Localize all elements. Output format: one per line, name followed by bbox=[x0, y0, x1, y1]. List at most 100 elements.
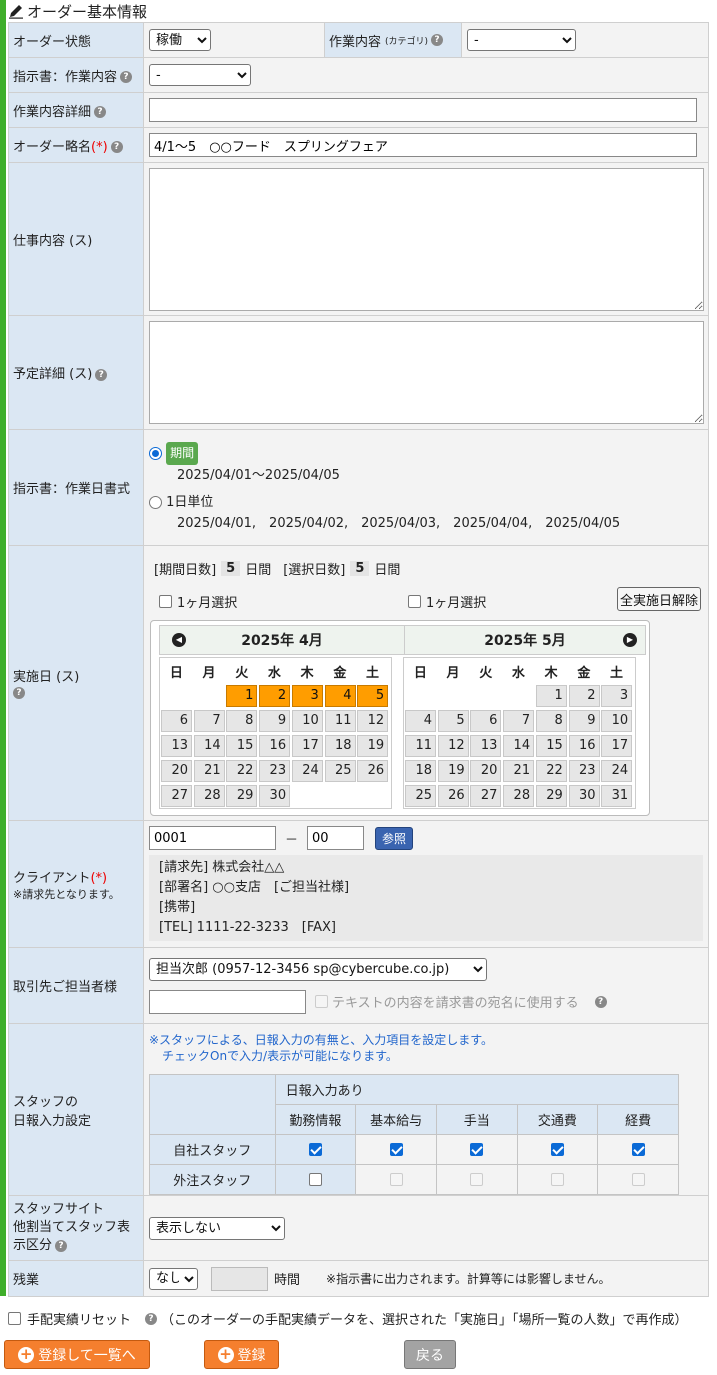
may-day-cell[interactable]: 8 bbox=[535, 710, 567, 732]
may-day-cell[interactable]: 30 bbox=[568, 785, 600, 807]
april-day-cell[interactable]: 24 bbox=[291, 760, 323, 782]
april-day-cell[interactable]: 20 bbox=[161, 760, 192, 782]
daily-radio[interactable] bbox=[149, 495, 162, 509]
outsourced-staff-allowance-checkbox[interactable] bbox=[550, 1173, 564, 1186]
help-icon[interactable]: ? bbox=[55, 1239, 68, 1252]
back-button[interactable]: 戻る bbox=[404, 1340, 456, 1369]
help-icon[interactable]: ? bbox=[13, 686, 25, 699]
work-detail-input[interactable] bbox=[149, 98, 697, 122]
may-day-cell[interactable]: 23 bbox=[568, 760, 600, 782]
april-day-cell[interactable]: 6 bbox=[161, 710, 192, 732]
client-subcode-input[interactable] bbox=[307, 826, 365, 850]
april-day-cell[interactable]: 3 bbox=[291, 685, 323, 707]
april-day-cell[interactable]: 10 bbox=[291, 710, 323, 732]
may-day-cell[interactable]: 9 bbox=[568, 710, 600, 732]
register-button[interactable]: + 登録 bbox=[204, 1340, 279, 1369]
april-day-cell[interactable]: 9 bbox=[259, 710, 291, 732]
may-day-cell[interactable]: 1 bbox=[535, 685, 567, 707]
may-day-cell[interactable]: 22 bbox=[535, 760, 567, 782]
april-day-cell[interactable]: 21 bbox=[193, 760, 225, 782]
may-day-cell[interactable]: 12 bbox=[437, 735, 469, 757]
april-day-cell[interactable]: 12 bbox=[357, 710, 389, 732]
staff-site-select[interactable]: 表示しない bbox=[149, 1216, 285, 1240]
help-icon[interactable]: ? bbox=[594, 995, 607, 1008]
may-day-cell[interactable]: 3 bbox=[601, 685, 633, 707]
may-day-cell[interactable]: 27 bbox=[470, 785, 502, 807]
help-icon[interactable]: ? bbox=[431, 34, 444, 46]
may-day-cell[interactable]: 19 bbox=[437, 760, 469, 782]
may-day-cell[interactable]: 10 bbox=[601, 710, 633, 732]
own-staff-report-checkbox[interactable] bbox=[308, 1143, 322, 1156]
contact-select[interactable]: 担当次郎 (0957-12-3456 sp@cybercube.co.jp) bbox=[149, 957, 487, 981]
april-day-cell[interactable]: 28 bbox=[193, 785, 225, 807]
april-day-cell[interactable]: 14 bbox=[193, 735, 225, 757]
outsourced-staff-base-salary-checkbox[interactable] bbox=[470, 1173, 484, 1186]
help-icon[interactable]: ? bbox=[95, 368, 108, 381]
help-icon[interactable]: ? bbox=[120, 71, 133, 83]
may-day-cell[interactable]: 7 bbox=[503, 710, 535, 732]
contact-text-input[interactable] bbox=[149, 989, 306, 1014]
may-day-cell[interactable]: 6 bbox=[470, 710, 502, 732]
may-day-cell[interactable]: 26 bbox=[437, 785, 469, 807]
april-day-cell[interactable]: 18 bbox=[324, 735, 356, 757]
job-content-textarea[interactable] bbox=[149, 167, 704, 311]
april-day-cell[interactable]: 30 bbox=[259, 785, 291, 807]
april-day-cell[interactable]: 15 bbox=[226, 735, 258, 757]
may-day-cell[interactable]: 29 bbox=[535, 785, 567, 807]
work-category-select[interactable]: - bbox=[467, 29, 576, 51]
april-day-cell[interactable]: 13 bbox=[161, 735, 192, 757]
outsourced-staff-work-info-checkbox[interactable] bbox=[389, 1173, 403, 1186]
prev-month-icon[interactable]: ◀ bbox=[172, 633, 186, 647]
schedule-detail-textarea[interactable] bbox=[149, 321, 704, 424]
help-icon[interactable]: ? bbox=[94, 106, 107, 118]
may-day-cell[interactable]: 25 bbox=[405, 785, 436, 807]
april-day-cell[interactable]: 2 bbox=[259, 685, 291, 707]
period-radio[interactable] bbox=[149, 446, 162, 460]
may-day-cell[interactable]: 5 bbox=[437, 710, 469, 732]
april-month-select-checkbox[interactable] bbox=[159, 595, 172, 608]
use-text-checkbox[interactable] bbox=[315, 995, 328, 1008]
clear-all-dates-button[interactable]: 全実施日解除 bbox=[617, 587, 701, 611]
april-day-cell[interactable]: 22 bbox=[226, 760, 258, 782]
may-day-cell[interactable]: 20 bbox=[470, 760, 502, 782]
own-staff-work-info-checkbox[interactable] bbox=[389, 1143, 403, 1156]
may-day-cell[interactable]: 31 bbox=[601, 785, 633, 807]
own-staff-allowance-checkbox[interactable] bbox=[550, 1143, 564, 1156]
april-day-cell[interactable]: 17 bbox=[291, 735, 323, 757]
april-day-cell[interactable]: 5 bbox=[357, 685, 389, 707]
own-staff-base-salary-checkbox[interactable] bbox=[470, 1143, 484, 1156]
may-day-cell[interactable]: 2 bbox=[568, 685, 600, 707]
next-month-icon[interactable]: ▶ bbox=[623, 633, 637, 647]
april-day-cell[interactable]: 7 bbox=[193, 710, 225, 732]
help-icon[interactable]: ? bbox=[110, 141, 123, 153]
may-day-cell[interactable]: 13 bbox=[470, 735, 502, 757]
may-day-cell[interactable]: 18 bbox=[405, 760, 436, 782]
order-status-select[interactable]: 稼働 bbox=[149, 29, 211, 51]
april-day-cell[interactable]: 4 bbox=[324, 685, 356, 707]
may-day-cell[interactable]: 15 bbox=[535, 735, 567, 757]
own-staff-transport-checkbox[interactable] bbox=[631, 1143, 645, 1156]
reset-arrangement-checkbox[interactable] bbox=[8, 1312, 21, 1325]
help-icon[interactable]: ? bbox=[145, 1312, 158, 1325]
may-month-select-checkbox[interactable] bbox=[408, 595, 421, 608]
may-day-cell[interactable]: 11 bbox=[405, 735, 436, 757]
client-code-input[interactable] bbox=[149, 826, 276, 850]
may-day-cell[interactable]: 16 bbox=[568, 735, 600, 757]
may-day-cell[interactable]: 17 bbox=[601, 735, 633, 757]
april-day-cell[interactable]: 29 bbox=[226, 785, 258, 807]
april-day-cell[interactable]: 19 bbox=[357, 735, 389, 757]
outsourced-staff-transport-checkbox[interactable] bbox=[631, 1173, 645, 1186]
may-day-cell[interactable]: 4 bbox=[405, 710, 436, 732]
may-day-cell[interactable]: 28 bbox=[503, 785, 535, 807]
may-day-cell[interactable]: 24 bbox=[601, 760, 633, 782]
instruction-work-select[interactable]: - bbox=[149, 64, 251, 86]
may-day-cell[interactable]: 21 bbox=[503, 760, 535, 782]
order-short-name-input[interactable] bbox=[149, 133, 697, 157]
outsourced-staff-report-checkbox[interactable] bbox=[308, 1173, 322, 1186]
april-day-cell[interactable]: 26 bbox=[357, 760, 389, 782]
overtime-hours-input[interactable] bbox=[211, 1266, 268, 1291]
april-day-cell[interactable]: 11 bbox=[324, 710, 356, 732]
april-day-cell[interactable]: 8 bbox=[226, 710, 258, 732]
april-day-cell[interactable]: 16 bbox=[259, 735, 291, 757]
client-reference-button[interactable]: 参照 bbox=[375, 826, 414, 850]
